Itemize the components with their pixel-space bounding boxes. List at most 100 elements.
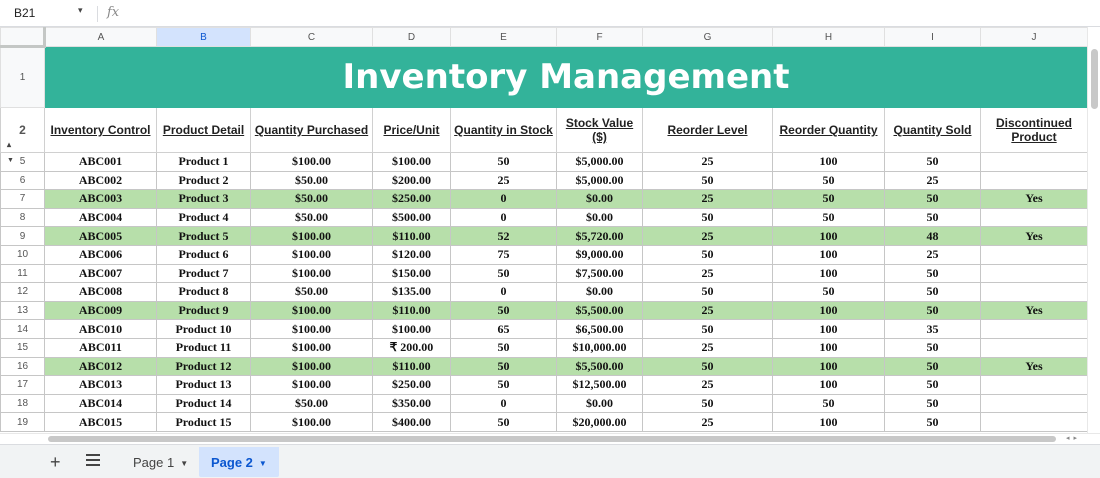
tab-page-1[interactable]: Page 1 ▼ — [121, 447, 199, 477]
table-cell[interactable]: 50 — [884, 152, 981, 172]
table-cell[interactable]: $250.00 — [372, 375, 451, 395]
table-cell[interactable]: 0 — [450, 393, 557, 414]
header-cell[interactable]: Price/Unit — [372, 107, 451, 153]
table-cell[interactable]: ABC014 — [44, 393, 157, 414]
table-cell[interactable]: $100.00 — [250, 152, 373, 172]
table-cell[interactable]: $200.00 — [372, 170, 451, 191]
table-cell[interactable]: $100.00 — [250, 300, 373, 321]
horizontal-scroll-thumb[interactable] — [48, 436, 1056, 442]
table-cell[interactable]: Product 10 — [156, 319, 251, 339]
table-cell[interactable]: Product 5 — [156, 226, 251, 246]
table-cell[interactable]: $0.00 — [556, 189, 643, 209]
table-cell[interactable]: 50 — [772, 170, 885, 191]
table-cell[interactable]: 50 — [884, 412, 981, 432]
table-cell[interactable]: $250.00 — [372, 189, 451, 209]
table-cell[interactable]: $9,000.00 — [556, 244, 643, 265]
table-cell[interactable]: 100 — [772, 263, 885, 284]
table-cell[interactable]: 50 — [642, 207, 773, 228]
column-header-b[interactable]: B — [156, 27, 251, 47]
row-header[interactable]: 1 — [0, 46, 45, 108]
table-cell[interactable]: 50 — [642, 356, 773, 377]
table-cell[interactable]: 50 — [642, 282, 773, 302]
table-cell[interactable]: $100.00 — [250, 337, 373, 358]
row-header[interactable]: 9 — [0, 226, 45, 246]
table-cell[interactable]: ABC009 — [44, 300, 157, 321]
header-cell[interactable]: Inventory Control — [44, 107, 157, 153]
table-cell[interactable] — [980, 263, 1087, 284]
table-cell[interactable]: $100.00 — [250, 226, 373, 246]
table-cell[interactable]: 50 — [450, 412, 557, 432]
table-cell[interactable]: 65 — [450, 319, 557, 339]
table-cell[interactable]: $12,500.00 — [556, 375, 643, 395]
table-cell[interactable]: $5,500.00 — [556, 300, 643, 321]
table-cell[interactable] — [980, 412, 1087, 432]
table-cell[interactable]: Yes — [980, 300, 1087, 321]
header-cell[interactable]: Quantity in Stock — [450, 107, 557, 153]
table-cell[interactable]: $20,000.00 — [556, 412, 643, 432]
row-header[interactable]: 12 — [0, 282, 45, 302]
table-cell[interactable]: 100 — [772, 356, 885, 377]
column-header-c[interactable]: C — [250, 27, 373, 47]
row-header[interactable]: 14 — [0, 319, 45, 339]
table-cell[interactable]: $150.00 — [372, 263, 451, 284]
table-cell[interactable]: $110.00 — [372, 356, 451, 377]
menu-icon[interactable] — [86, 454, 100, 466]
table-cell[interactable]: Product 9 — [156, 300, 251, 321]
table-cell[interactable]: 50 — [642, 319, 773, 339]
name-box[interactable]: B21 ▾ — [10, 5, 90, 22]
table-cell[interactable]: ABC010 — [44, 319, 157, 339]
table-cell[interactable]: 25 — [884, 170, 981, 191]
table-cell[interactable]: ABC003 — [44, 189, 157, 209]
row-header[interactable]: 18 — [0, 393, 45, 414]
table-cell[interactable]: ABC015 — [44, 412, 157, 432]
table-cell[interactable]: $100.00 — [250, 356, 373, 377]
table-cell[interactable]: 50 — [450, 375, 557, 395]
table-cell[interactable]: Product 8 — [156, 282, 251, 302]
table-cell[interactable]: 0 — [450, 207, 557, 228]
table-cell[interactable]: 100 — [772, 375, 885, 395]
table-cell[interactable]: $50.00 — [250, 282, 373, 302]
table-cell[interactable]: 50 — [450, 263, 557, 284]
table-cell[interactable]: 25 — [642, 263, 773, 284]
header-cell[interactable]: Reorder Quantity — [772, 107, 885, 153]
table-cell[interactable] — [980, 337, 1087, 358]
table-cell[interactable]: $5,000.00 — [556, 170, 643, 191]
table-cell[interactable]: 50 — [772, 189, 885, 209]
table-cell[interactable] — [980, 282, 1087, 302]
column-header-a[interactable]: A — [44, 27, 157, 47]
table-cell[interactable]: $350.00 — [372, 393, 451, 414]
table-cell[interactable]: ABC001 — [44, 152, 157, 172]
table-cell[interactable] — [980, 393, 1087, 414]
table-cell[interactable]: Product 2 — [156, 170, 251, 191]
table-cell[interactable]: $10,000.00 — [556, 337, 643, 358]
table-cell[interactable]: $100.00 — [250, 375, 373, 395]
table-cell[interactable]: 25 — [450, 170, 557, 191]
table-cell[interactable]: $400.00 — [372, 412, 451, 432]
table-cell[interactable]: $0.00 — [556, 393, 643, 414]
row-header[interactable]: 17 — [0, 375, 45, 395]
table-cell[interactable]: Product 3 — [156, 189, 251, 209]
table-cell[interactable]: 100 — [772, 412, 885, 432]
table-cell[interactable]: ABC006 — [44, 244, 157, 265]
column-header-e[interactable]: E — [450, 27, 557, 47]
table-cell[interactable]: $100.00 — [250, 244, 373, 265]
column-header-j[interactable]: J — [980, 27, 1087, 47]
table-cell[interactable]: Yes — [980, 189, 1087, 209]
table-cell[interactable]: 50 — [772, 207, 885, 228]
table-cell[interactable]: 50 — [884, 300, 981, 321]
table-cell[interactable]: Product 13 — [156, 375, 251, 395]
table-cell[interactable]: $135.00 — [372, 282, 451, 302]
table-cell[interactable]: 50 — [772, 282, 885, 302]
table-cell[interactable]: 48 — [884, 226, 981, 246]
header-cell[interactable]: Quantity Purchased — [250, 107, 373, 153]
table-cell[interactable]: ABC012 — [44, 356, 157, 377]
sheet-grid[interactable]: ABCDEFGHIJ 1 Inventory Management 2 ▴ Inv… — [0, 27, 1087, 433]
row-header[interactable]: 11 — [0, 263, 45, 284]
column-header-d[interactable]: D — [372, 27, 451, 47]
column-header-i[interactable]: I — [884, 27, 981, 47]
table-cell[interactable]: $100.00 — [250, 412, 373, 432]
table-cell[interactable]: Product 15 — [156, 412, 251, 432]
table-cell[interactable]: $50.00 — [250, 393, 373, 414]
table-cell[interactable]: 25 — [884, 244, 981, 265]
table-cell[interactable]: ABC013 — [44, 375, 157, 395]
